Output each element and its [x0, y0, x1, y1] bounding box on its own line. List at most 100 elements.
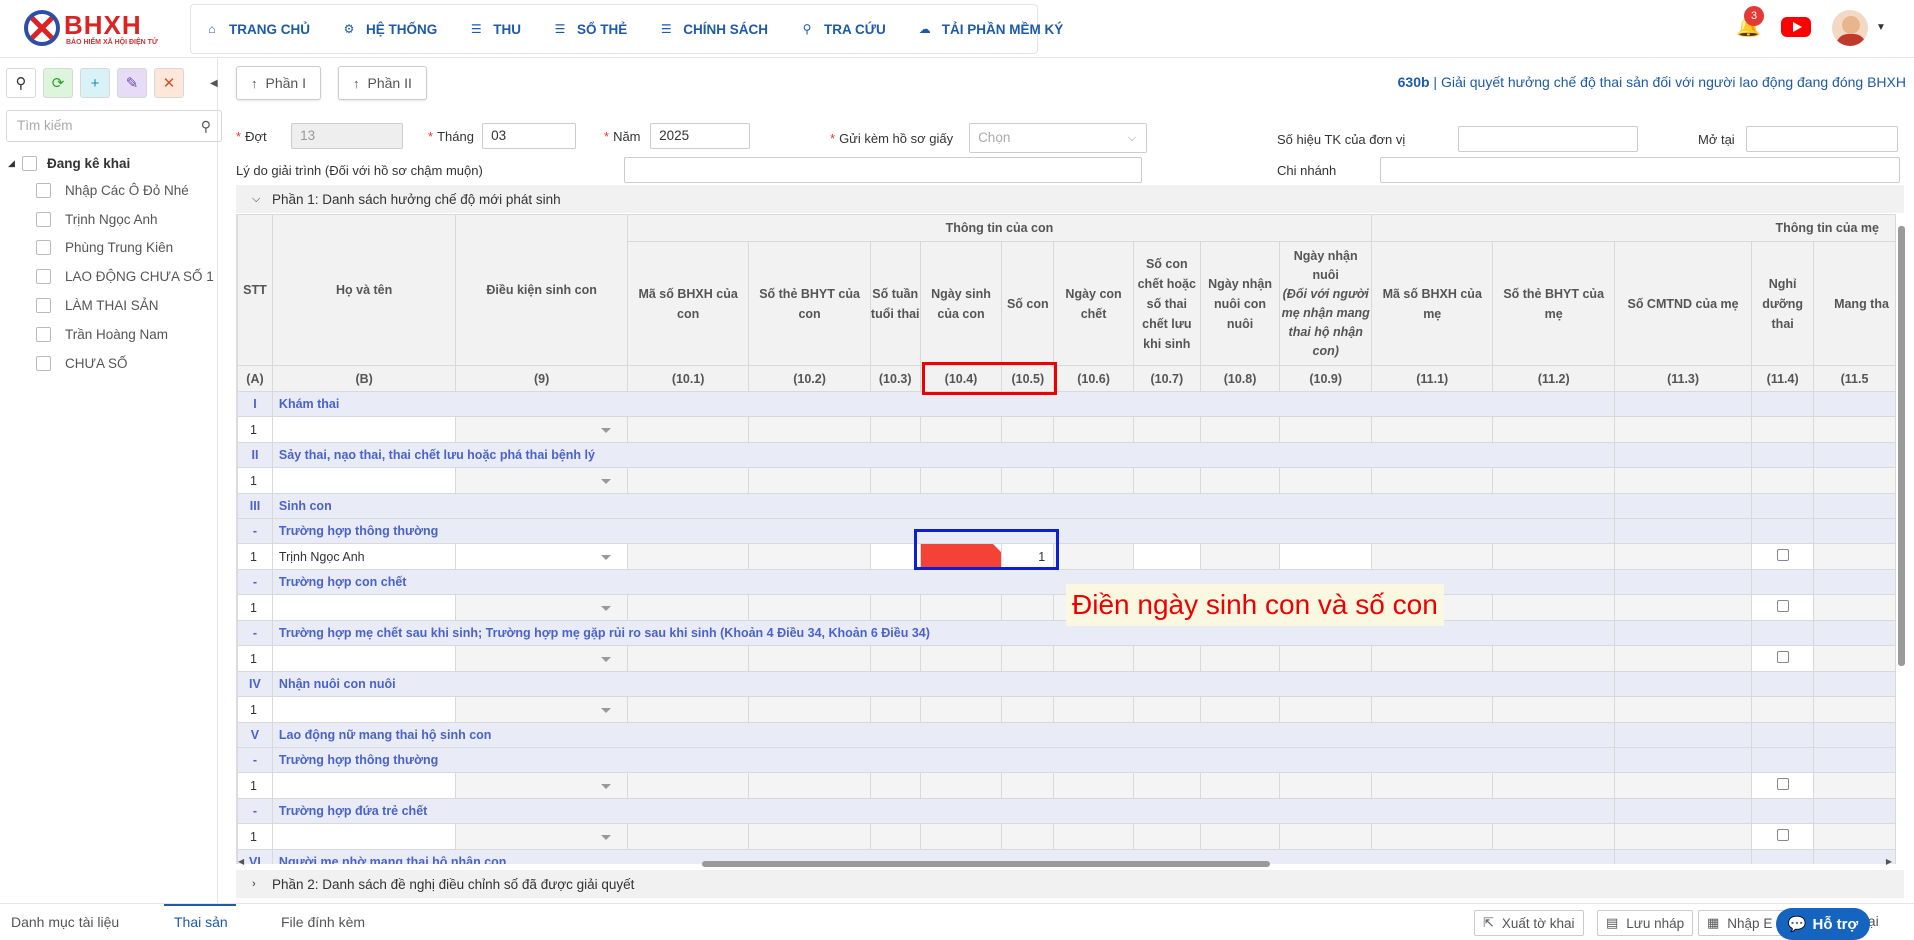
name-cell[interactable] — [271, 594, 457, 621]
grid-cell[interactable] — [1132, 696, 1201, 723]
scroll-right-icon[interactable]: ▶ — [1886, 857, 1892, 866]
grid-cell[interactable] — [869, 823, 921, 850]
grid-cell[interactable] — [1813, 467, 1896, 494]
grid-cell[interactable] — [1613, 467, 1753, 494]
tree-item[interactable]: Phùng Trung Kiên — [8, 234, 218, 263]
grid-cell[interactable] — [919, 823, 1003, 850]
grid-cell[interactable] — [1751, 594, 1815, 621]
tab-documents[interactable]: Danh mục tài liệu — [11, 914, 119, 930]
grid-cell[interactable] — [1001, 823, 1055, 850]
grid-cell[interactable] — [1053, 467, 1134, 494]
checkbox[interactable] — [22, 155, 37, 171]
name-cell[interactable] — [271, 645, 457, 672]
checkbox[interactable] — [1776, 600, 1789, 612]
grid-cell[interactable] — [1199, 543, 1281, 570]
checkbox[interactable] — [36, 240, 51, 256]
grid-cell[interactable] — [1751, 823, 1815, 850]
grid-cell[interactable] — [1613, 645, 1753, 672]
scroll-left-icon[interactable]: ◀ — [238, 857, 244, 866]
checkbox[interactable] — [1776, 651, 1789, 663]
export-button[interactable]: ⇱ Xuất tờ khai — [1474, 910, 1584, 936]
grid-cell[interactable] — [626, 772, 750, 799]
tree-item[interactable]: Trần Hoàng Nam — [8, 320, 218, 349]
checkbox[interactable] — [36, 355, 51, 371]
name-cell[interactable] — [271, 823, 457, 850]
checkbox[interactable] — [36, 326, 51, 342]
grid-cell[interactable] — [1613, 696, 1753, 723]
scroll-thumb[interactable] — [1898, 226, 1905, 666]
grid-cell[interactable] — [1751, 696, 1815, 723]
grid-cell[interactable] — [1001, 645, 1055, 672]
grid-cell[interactable] — [1001, 594, 1055, 621]
grid-cell[interactable] — [1279, 467, 1373, 494]
section-1-header[interactable]: ⌵ Phần 1: Danh sách hưởng chế độ mới phát… — [236, 185, 1904, 213]
condition-select[interactable] — [455, 645, 628, 672]
grid-cell[interactable] — [1199, 467, 1281, 494]
refresh-button[interactable]: ⟳ — [43, 68, 73, 98]
tree-root[interactable]: ◢ Đang kê khai — [8, 150, 218, 176]
checkbox[interactable] — [36, 298, 51, 314]
grid-cell[interactable] — [1279, 696, 1373, 723]
grid-cell[interactable] — [626, 645, 750, 672]
vertical-scrollbar[interactable] — [1896, 214, 1908, 864]
condition-select[interactable] — [455, 467, 628, 494]
paper-docs-select[interactable]: Chọn ⌵ — [969, 123, 1148, 153]
grid-cell[interactable] — [1132, 467, 1201, 494]
condition-select[interactable] — [455, 416, 628, 443]
branch-input[interactable] — [1380, 157, 1900, 183]
grid-cell[interactable] — [1132, 543, 1201, 570]
edit-button[interactable]: ✎ — [117, 68, 147, 98]
grid-cell[interactable] — [1199, 696, 1281, 723]
nav-tra-cuu[interactable]: ⚲ TRA CỨU — [800, 22, 886, 37]
grid-cell[interactable] — [748, 823, 871, 850]
dot-input[interactable]: 13 — [291, 123, 404, 149]
nav-home[interactable]: ⌂ TRANG CHỦ — [205, 22, 310, 37]
grid-cell[interactable] — [1279, 416, 1373, 443]
nav-system[interactable]: ⚙ HỆ THỐNG — [342, 22, 438, 37]
condition-select[interactable] — [455, 696, 628, 723]
tree-item[interactable]: LAO ĐỘNG CHƯA SỐ 1 — [8, 262, 218, 291]
tree-item[interactable]: CHƯA SỐ — [8, 349, 218, 378]
grid-cell[interactable] — [1371, 645, 1494, 672]
grid-cell[interactable] — [1813, 645, 1896, 672]
grid-cell[interactable] — [1613, 543, 1753, 570]
condition-select[interactable] — [455, 823, 628, 850]
grid-cell[interactable] — [1371, 416, 1494, 443]
grid-cell[interactable] — [1371, 467, 1494, 494]
chevron-right-icon[interactable]: › — [252, 878, 272, 890]
grid-cell[interactable] — [626, 594, 750, 621]
chevron-down-icon[interactable]: ⌵ — [252, 193, 272, 206]
checkbox[interactable] — [36, 182, 51, 198]
nav-so-the[interactable]: ☰ SỔ THẺ — [553, 22, 628, 37]
grid-cell[interactable] — [1813, 416, 1896, 443]
grid-cell[interactable] — [1199, 823, 1281, 850]
account-input[interactable] — [1458, 126, 1638, 152]
tab-thai-san[interactable]: Thai sản — [174, 914, 228, 930]
grid-cell[interactable] — [1279, 772, 1373, 799]
name-cell[interactable] — [271, 416, 457, 443]
name-cell[interactable] — [271, 772, 457, 799]
grid-cell[interactable] — [1751, 543, 1815, 570]
grid-cell[interactable] — [1613, 416, 1753, 443]
avatar[interactable] — [1830, 8, 1870, 48]
grid-cell[interactable] — [748, 467, 871, 494]
grid-cell[interactable] — [748, 772, 871, 799]
grid-cell[interactable] — [1492, 696, 1615, 723]
grid-cell[interactable] — [748, 645, 871, 672]
grid-cell[interactable] — [1813, 772, 1896, 799]
grid-cell[interactable] — [1132, 772, 1201, 799]
grid-cell[interactable] — [1199, 416, 1281, 443]
bank-input[interactable] — [1746, 126, 1898, 152]
grid-cell[interactable] — [869, 594, 921, 621]
grid-cell[interactable] — [1492, 645, 1615, 672]
checkbox[interactable] — [1776, 778, 1789, 790]
grid-cell[interactable] — [748, 696, 871, 723]
caret-down-icon[interactable]: ◢ — [8, 158, 22, 169]
grid-cell[interactable] — [1751, 467, 1815, 494]
grid-cell[interactable] — [869, 645, 921, 672]
grid-cell[interactable] — [1001, 416, 1055, 443]
grid-cell[interactable] — [1279, 543, 1373, 570]
grid-cell[interactable] — [1492, 594, 1615, 621]
grid-cell[interactable] — [919, 594, 1003, 621]
save-draft-button[interactable]: ▤ Lưu nháp — [1597, 910, 1694, 936]
